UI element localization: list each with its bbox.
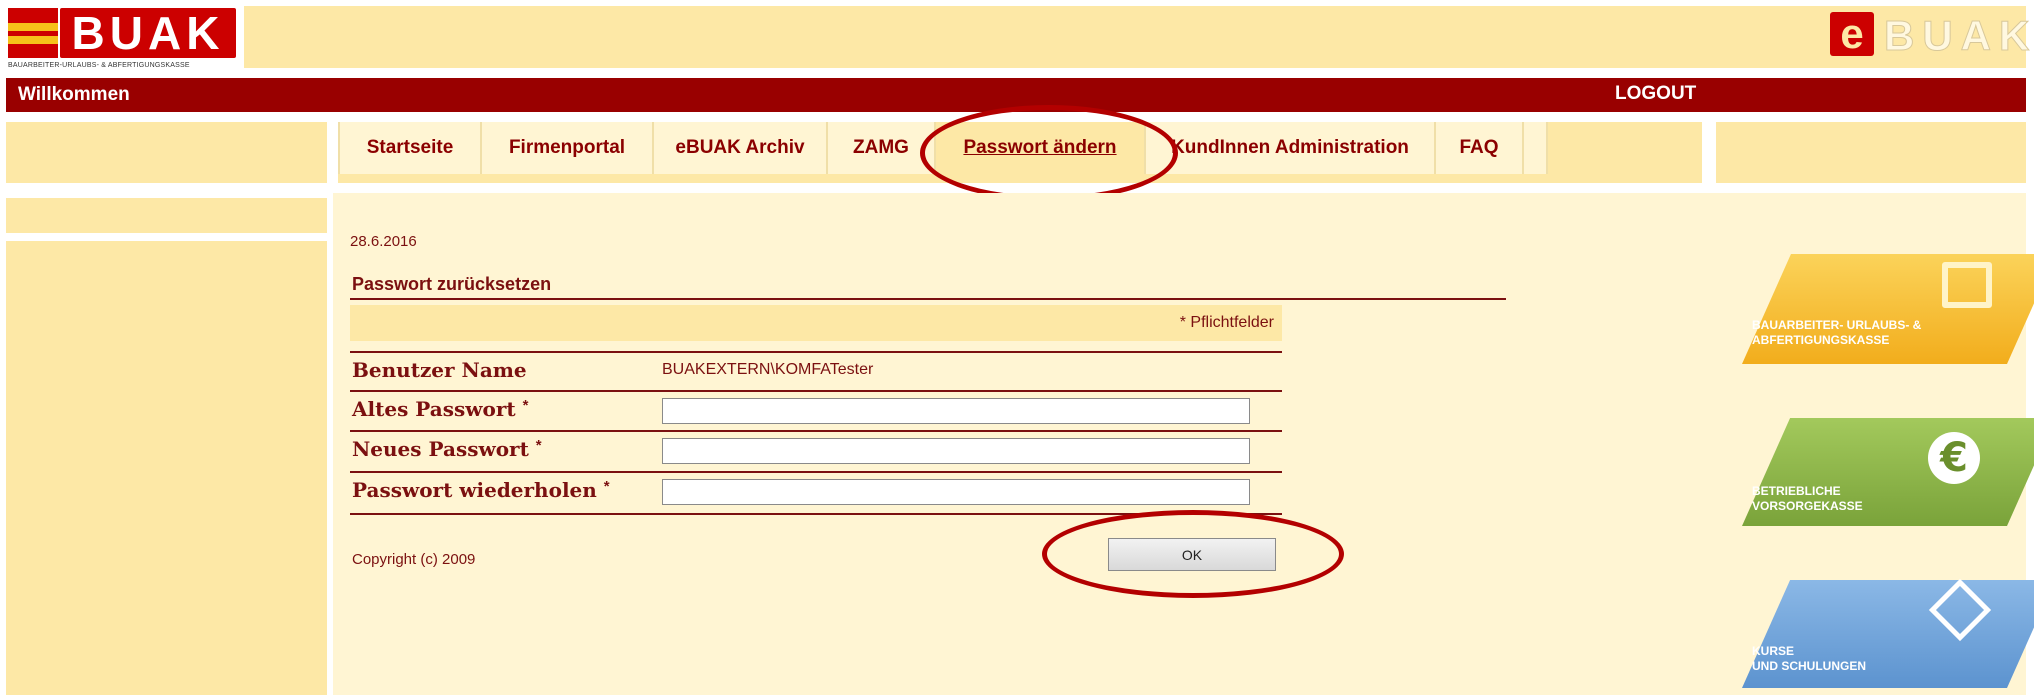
username-label: Benutzer Name: [352, 358, 527, 382]
tile-bauarbeiter-line2: ABFERTIGUNGSKASSE: [1752, 333, 1890, 347]
new-password-input[interactable]: [662, 438, 1250, 464]
tile-vorsorgekasse[interactable]: € BETRIEBLICHE VORSORGEKASSE: [1742, 418, 2034, 526]
header-bar: [244, 6, 2026, 68]
logo-subtitle: BAUARBEITER-URLAUBS- & ABFERTIGUNGSKASSE: [8, 62, 190, 69]
tile-vorsorgekasse-text: BETRIEBLICHE VORSORGEKASSE: [1752, 484, 1863, 514]
row-divider: [350, 390, 1282, 392]
highlight-ring-ok: [1042, 510, 1344, 598]
tile-bauarbeiter-line1: BAUARBEITER- URLAUBS- &: [1752, 318, 1922, 332]
required-star: *: [535, 437, 542, 454]
username-value: BUAKEXTERN\KOMFATester: [662, 361, 874, 378]
current-date: 28.6.2016: [350, 233, 417, 250]
nav-right-panel: [1716, 122, 2026, 183]
highlight-ring-tab: [920, 105, 1178, 201]
buak-logo-graphic: BUAK: [8, 7, 236, 59]
euro-icon: €: [1928, 432, 1980, 484]
welcome-text: Willkommen: [18, 84, 130, 105]
tile-kurse[interactable]: KURSE UND SCHULUNGEN: [1742, 578, 2034, 688]
tab-firmenportal[interactable]: Firmenportal: [482, 122, 654, 174]
form-title: Passwort zurücksetzen: [352, 274, 552, 294]
tile-bauarbeiter-text: BAUARBEITER- URLAUBS- & ABFERTIGUNGSKASS…: [1752, 318, 1921, 348]
required-note: * Pflichtfelder: [1179, 314, 1274, 331]
repeat-password-label: Passwort wiederholen *: [352, 478, 610, 502]
row-divider: [350, 430, 1282, 432]
ebuak-text: BUAK: [1884, 12, 2030, 59]
tab-faq[interactable]: FAQ: [1436, 122, 1524, 174]
tile-bauarbeiter[interactable]: BAUARBEITER- URLAUBS- & ABFERTIGUNGSKASS…: [1742, 254, 2034, 364]
tab-kundinnen-administration[interactable]: KundInnen Administration: [1146, 122, 1436, 174]
logout-link[interactable]: LOGOUT: [1615, 83, 1696, 105]
row-divider: [350, 471, 1282, 473]
copyright: Copyright (c) 2009: [352, 551, 476, 568]
tile-vorsorgekasse-line2: VORSORGEKASSE: [1752, 499, 1863, 513]
ebuak-logo: e BUAK: [1830, 10, 2030, 65]
old-password-label-text: Altes Passwort: [352, 397, 516, 421]
new-password-label: Neues Passwort *: [352, 437, 542, 461]
username-label-text: Benutzer Name: [352, 358, 527, 382]
tile-vorsorgekasse-line1: BETRIEBLICHE: [1752, 484, 1841, 498]
row-divider: [350, 351, 1282, 353]
tile-kurse-text: KURSE UND SCHULUNGEN: [1752, 644, 1866, 674]
ebuak-e: e: [1840, 10, 1863, 57]
title-divider: [350, 298, 1506, 300]
tile-kurse-line2: UND SCHULUNGEN: [1752, 659, 1866, 673]
tab-startseite[interactable]: Startseite: [340, 122, 482, 174]
old-password-label: Altes Passwort *: [352, 397, 528, 421]
frame-icon: [1942, 262, 1992, 308]
left-panel-top: [6, 198, 327, 233]
new-password-label-text: Neues Passwort: [352, 437, 529, 461]
tab-filler: [1524, 122, 1546, 174]
old-password-input[interactable]: [662, 398, 1250, 424]
nav-left-panel: [6, 122, 327, 183]
required-star: *: [603, 478, 610, 495]
required-star: *: [522, 397, 529, 414]
required-bar: * Pflichtfelder: [350, 305, 1282, 341]
repeat-password-input[interactable]: [662, 479, 1250, 505]
tile-kurse-line1: KURSE: [1752, 644, 1795, 658]
logo-text: BUAK: [72, 7, 225, 59]
tab-ebuak-archiv[interactable]: eBUAK Archiv: [654, 122, 828, 174]
repeat-password-label-text: Passwort wiederholen: [352, 478, 597, 502]
left-panel: [6, 241, 327, 695]
